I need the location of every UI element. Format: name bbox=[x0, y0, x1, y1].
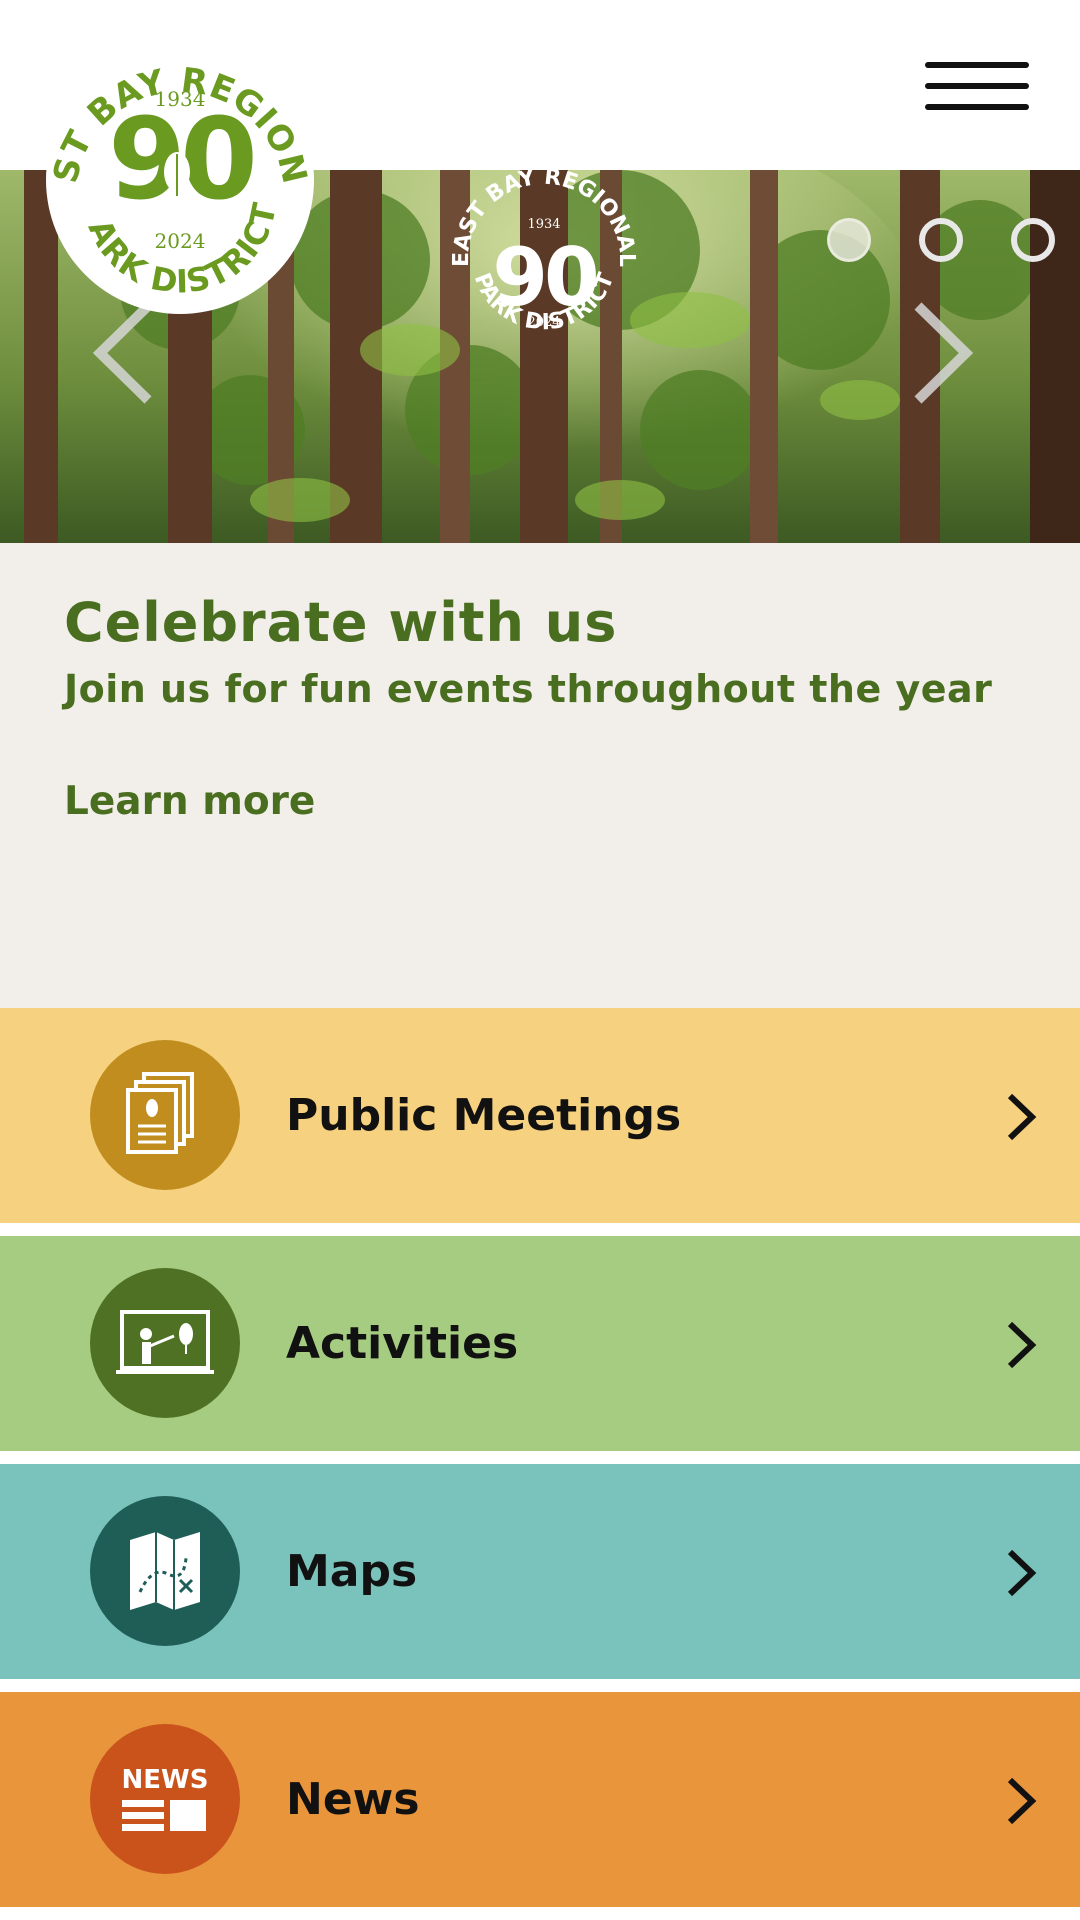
chevron-left-icon[interactable] bbox=[88, 298, 158, 408]
carousel-dot-3[interactable] bbox=[1011, 218, 1055, 262]
chevron-right-icon bbox=[1004, 1320, 1038, 1370]
intro-title: Celebrate with us bbox=[64, 591, 618, 654]
tile-news[interactable]: NEWS News bbox=[0, 1692, 1080, 1907]
logo-seal: EAST BAY REGIONAL PARK DISTRICT 1934 90 … bbox=[46, 46, 314, 301]
svg-text:1934: 1934 bbox=[527, 217, 560, 232]
tile-label: News bbox=[286, 1774, 420, 1825]
carousel-dot-1[interactable] bbox=[827, 218, 871, 262]
chevron-right-icon bbox=[1004, 1548, 1038, 1598]
svg-text:90: 90 bbox=[492, 231, 596, 324]
news-icon: NEWS bbox=[90, 1724, 240, 1874]
chevron-right-icon bbox=[1004, 1092, 1038, 1142]
tile-label: Maps bbox=[286, 1546, 418, 1597]
news-icon-text: NEWS bbox=[122, 1765, 209, 1795]
intro-section: Celebrate with us Join us for fun events… bbox=[0, 543, 1080, 1008]
hamburger-icon[interactable] bbox=[925, 62, 1029, 112]
documents-icon bbox=[90, 1040, 240, 1190]
chevron-right-icon[interactable] bbox=[908, 298, 978, 408]
learn-more-link[interactable]: Learn more bbox=[64, 779, 315, 824]
tile-label: Public Meetings bbox=[286, 1090, 682, 1141]
carousel-dot-2[interactable] bbox=[919, 218, 963, 262]
tile-activities[interactable]: Activities bbox=[0, 1236, 1080, 1451]
park-district-logo[interactable]: EAST BAY REGIONAL PARK DISTRICT 1934 90 … bbox=[46, 46, 314, 314]
map-icon bbox=[90, 1496, 240, 1646]
logo-year-end: 2024 bbox=[155, 229, 206, 253]
intro-subtitle: Join us for fun events throughout the ye… bbox=[64, 667, 993, 711]
svg-text:2024: 2024 bbox=[527, 315, 560, 330]
classroom-icon bbox=[90, 1268, 240, 1418]
tile-maps[interactable]: Maps bbox=[0, 1464, 1080, 1679]
chevron-right-icon bbox=[1004, 1776, 1038, 1826]
tile-public-meetings[interactable]: Public Meetings bbox=[0, 1008, 1080, 1223]
page-bottom-strip bbox=[0, 1907, 1080, 1920]
tile-label: Activities bbox=[286, 1318, 519, 1369]
